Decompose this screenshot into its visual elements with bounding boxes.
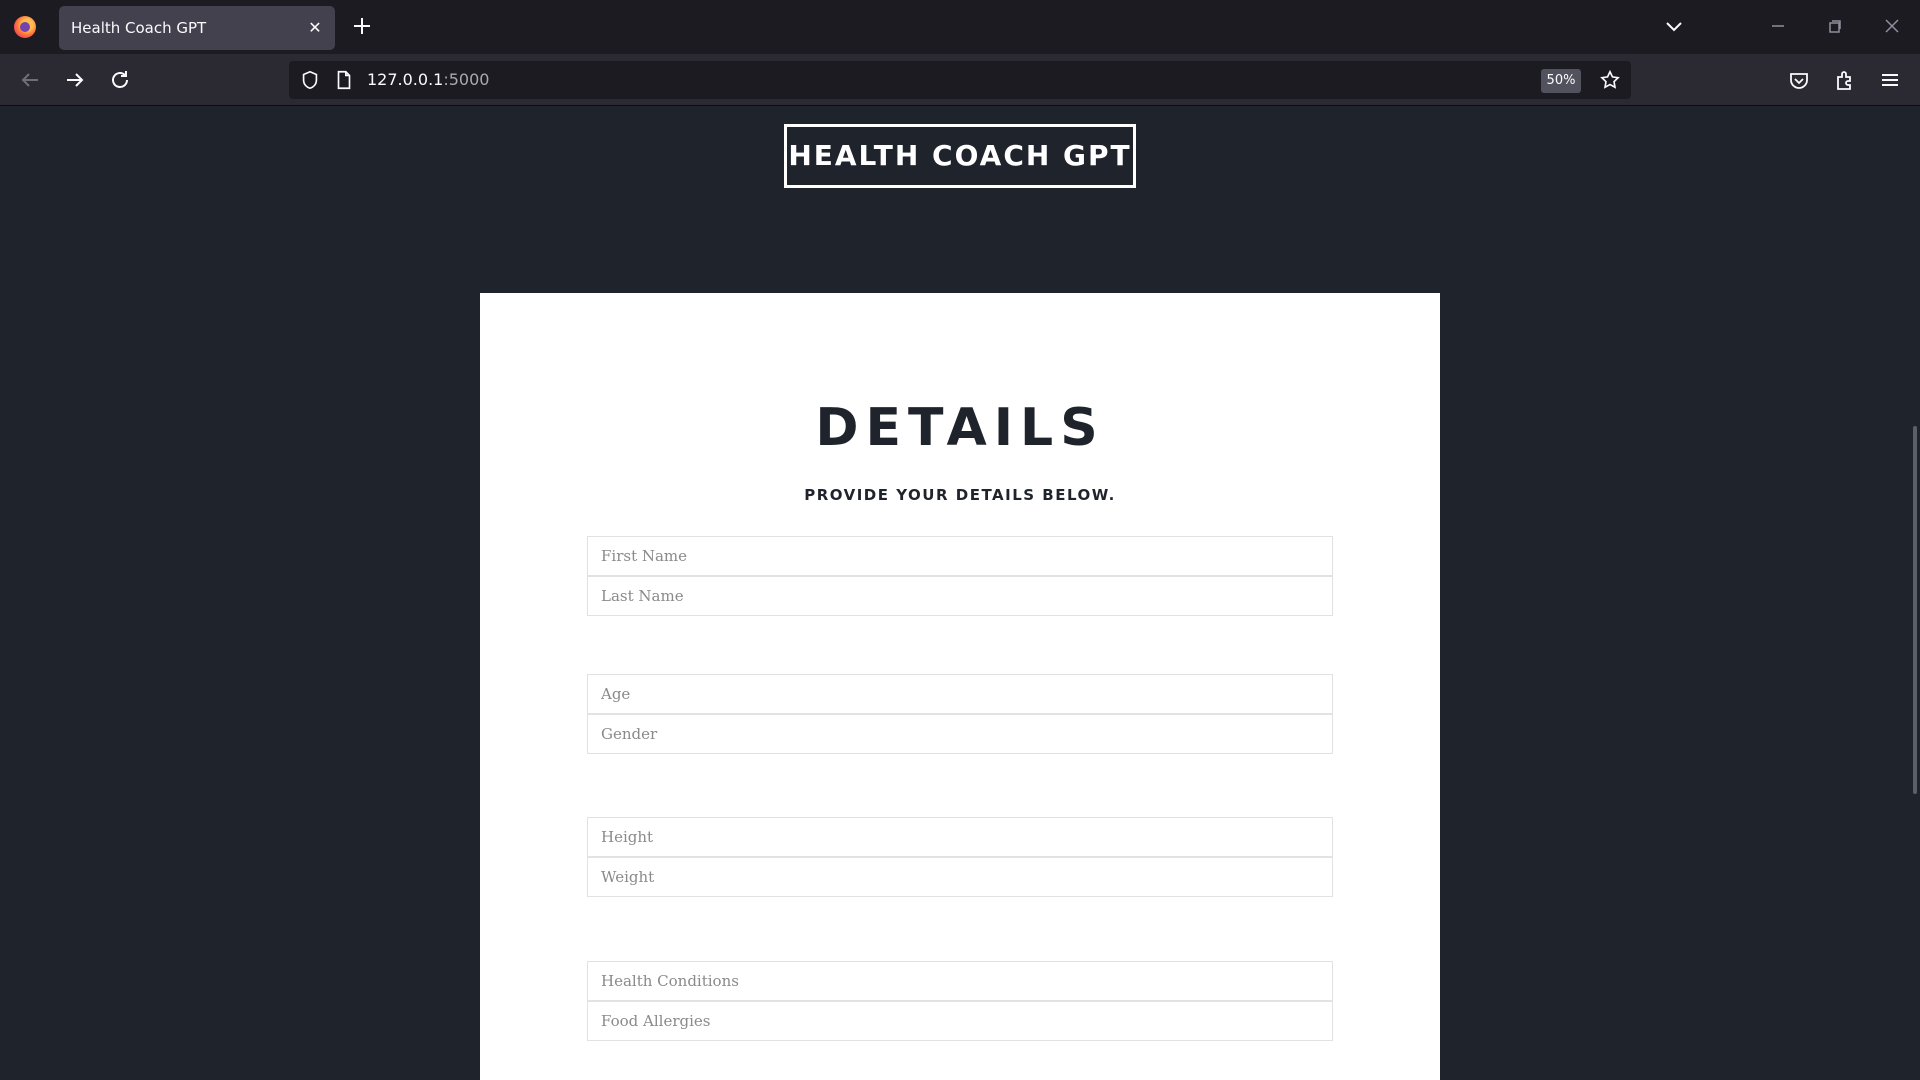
age-field[interactable] bbox=[587, 674, 1333, 714]
site-logo-text: HEALTH COACH GPT bbox=[788, 139, 1132, 172]
tab-health-coach[interactable]: Health Coach GPT ✕ bbox=[59, 6, 335, 50]
details-card: DETAILS PROVIDE YOUR DETAILS BELOW. bbox=[480, 293, 1440, 1080]
height-field[interactable] bbox=[587, 817, 1333, 857]
url-host: 127.0.0.1 bbox=[367, 70, 444, 89]
url-text[interactable]: 127.0.0.1:5000 bbox=[367, 61, 489, 99]
reload-icon[interactable] bbox=[108, 68, 132, 92]
health-conditions-field[interactable] bbox=[587, 961, 1333, 1001]
last-name-field[interactable] bbox=[587, 576, 1333, 616]
pocket-icon[interactable] bbox=[1787, 68, 1811, 92]
restore-icon[interactable] bbox=[1823, 14, 1847, 38]
first-name-field[interactable] bbox=[587, 536, 1333, 576]
url-bar[interactable]: 127.0.0.1:5000 50% bbox=[289, 61, 1631, 99]
page-title: DETAILS bbox=[815, 398, 1105, 458]
page-icon[interactable] bbox=[333, 69, 355, 91]
minimize-icon[interactable] bbox=[1766, 14, 1790, 38]
forward-icon[interactable] bbox=[63, 68, 87, 92]
scrollbar[interactable] bbox=[1913, 426, 1917, 794]
tab-bar: Health Coach GPT ✕ bbox=[0, 0, 1920, 54]
site-logo[interactable]: HEALTH COACH GPT bbox=[784, 124, 1136, 188]
url-port: :5000 bbox=[443, 70, 490, 89]
tab-title: Health Coach GPT bbox=[71, 19, 207, 37]
close-icon[interactable]: ✕ bbox=[305, 18, 325, 38]
gender-field[interactable] bbox=[587, 714, 1333, 754]
chevron-down-icon[interactable] bbox=[1662, 14, 1686, 38]
shield-icon[interactable] bbox=[299, 69, 321, 91]
firefox-icon[interactable] bbox=[14, 16, 36, 38]
extensions-icon[interactable] bbox=[1833, 68, 1857, 92]
plus-icon[interactable] bbox=[350, 14, 374, 38]
page-subtitle: PROVIDE YOUR DETAILS BELOW. bbox=[804, 486, 1116, 504]
zoom-badge[interactable]: 50% bbox=[1541, 69, 1581, 93]
food-allergies-field[interactable] bbox=[587, 1001, 1333, 1041]
menu-icon[interactable] bbox=[1878, 68, 1902, 92]
star-icon[interactable] bbox=[1599, 69, 1621, 91]
nav-bar: 127.0.0.1:5000 50% bbox=[0, 54, 1920, 106]
page-content: HEALTH COACH GPT DETAILS PROVIDE YOUR DE… bbox=[0, 106, 1920, 1080]
back-icon[interactable] bbox=[18, 68, 42, 92]
weight-field[interactable] bbox=[587, 857, 1333, 897]
window-close-icon[interactable] bbox=[1880, 14, 1904, 38]
